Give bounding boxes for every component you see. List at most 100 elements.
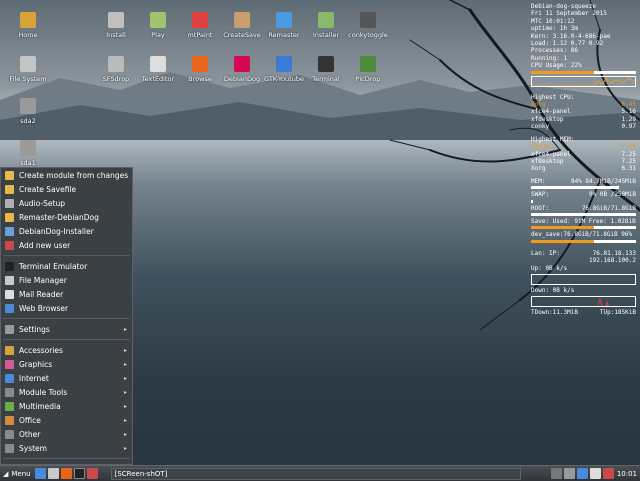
- submenu-arrow-icon: ▸: [123, 346, 127, 354]
- show-desktop-icon[interactable]: [34, 468, 46, 479]
- desktop-icon-label: PicDrop: [355, 75, 381, 83]
- conky-header-line: MTC 10:01:12: [531, 17, 575, 25]
- mem-line: MEM: 84% 84.7MiB/245MiB: [531, 177, 636, 185]
- bluetooth-icon[interactable]: [576, 468, 588, 479]
- menu-item-label: Web Browser: [19, 303, 69, 313]
- media-icon[interactable]: [86, 468, 98, 479]
- swap-bar: [531, 199, 534, 203]
- dev-save-line: dev_save:76.8GiB/71.8GiB 96%: [531, 231, 633, 239]
- menu-create-savefile[interactable]: Create Savefile: [1, 182, 132, 196]
- submenu-arrow-icon: ▸: [123, 325, 127, 333]
- network-icon[interactable]: [550, 468, 562, 479]
- debiandog-icon: [234, 56, 250, 72]
- home-shortcut[interactable]: Home: [2, 12, 54, 39]
- other-icon: [5, 429, 14, 439]
- desktop-icon-label: sda1: [20, 159, 36, 167]
- filesystem-shortcut[interactable]: File System: [2, 56, 54, 83]
- process-row: Xorg 6.31: [531, 165, 636, 173]
- desktop-icon-label: sda2: [20, 117, 36, 125]
- lan-line: Lan: IP: 76.81.18.133: [531, 249, 636, 257]
- conky-header-line: Load: 1.12 0.77 0.92: [531, 40, 604, 48]
- system-tray: 10:01: [550, 468, 640, 479]
- menu-accessories[interactable]: Accessories ▸: [1, 343, 132, 357]
- menu-item-label: Module Tools: [19, 387, 68, 397]
- menu-web-browser[interactable]: Web Browser: [1, 301, 132, 315]
- menu-remaster[interactable]: Remaster-DebianDog: [1, 210, 132, 224]
- mem-bar: [531, 186, 620, 190]
- sfsdrop-icon: [108, 56, 124, 72]
- conkytoggle-shortcut[interactable]: conkytoggle: [342, 12, 394, 39]
- menu-system[interactable]: System ▸: [1, 441, 132, 455]
- desktop-icon-label: File System: [9, 75, 47, 83]
- menu-item-label: Accessories: [19, 345, 63, 355]
- cpu-graph: [531, 75, 636, 87]
- menu-item-label: System: [19, 443, 47, 453]
- menu-office[interactable]: Office ▸: [1, 413, 132, 427]
- menu-item-label: Graphics: [19, 359, 53, 369]
- create-module-icon: [5, 170, 14, 180]
- process-row: conky 0.97: [531, 123, 636, 131]
- audio-setup-icon: [5, 198, 14, 208]
- terminal-icon: [318, 56, 334, 72]
- menu-multimedia[interactable]: Multimedia ▸: [1, 399, 132, 413]
- highest-mem-list: Thunar 7.70 xfce4-panel 7.25 xfdesktop 7.25 Xo…: [531, 143, 636, 173]
- menu-terminal[interactable]: Terminal Emulator: [1, 259, 132, 273]
- menu-internet[interactable]: Internet ▸: [1, 371, 132, 385]
- conky-header-line: Running: 1: [531, 54, 568, 62]
- conky-header-line: Fri 11 September 2015: [531, 10, 607, 18]
- web-browser-icon: [5, 303, 14, 313]
- menu-separator: [3, 458, 130, 459]
- home-icon: [20, 12, 36, 28]
- conky-header-line: Kern: 3.16.0-4-686-pae: [531, 32, 611, 40]
- menu-file-manager[interactable]: File Manager: [1, 273, 132, 287]
- menu-item-label: Terminal Emulator: [19, 261, 88, 271]
- application-menu: Create module from changes Create Savefil…: [0, 167, 133, 474]
- terminal-launcher-icon[interactable]: [73, 468, 85, 479]
- conky-header-line: Processes: 86: [531, 47, 578, 55]
- office-icon: [5, 415, 14, 425]
- menu-settings[interactable]: Settings ▸: [1, 322, 132, 336]
- task-screenshot[interactable]: [SCReen-shOT]: [110, 467, 521, 480]
- clock[interactable]: 10:01: [617, 470, 637, 478]
- menu-graphics[interactable]: Graphics ▸: [1, 357, 132, 371]
- menu-installer[interactable]: DebianDog-Installer: [1, 224, 132, 238]
- install-icon: [108, 12, 124, 28]
- terminal-icon: [5, 261, 14, 271]
- picdrop-shortcut[interactable]: PicDrop: [342, 56, 394, 83]
- conkytoggle-icon: [360, 12, 376, 28]
- save-bar: [531, 226, 636, 230]
- sda2-shortcut[interactable]: sda2: [2, 98, 54, 125]
- mail-reader-icon: [5, 289, 14, 299]
- update-icon[interactable]: [602, 468, 614, 479]
- mtpaint-icon: [192, 12, 208, 28]
- submenu-arrow-icon: ▸: [123, 444, 127, 452]
- filesystem-icon: [20, 56, 36, 72]
- volume-icon[interactable]: [589, 468, 601, 479]
- menu-mail-reader[interactable]: Mail Reader: [1, 287, 132, 301]
- firefox-icon[interactable]: [60, 468, 72, 479]
- menu-item-label: Audio-Setup: [19, 198, 65, 208]
- installer-icon: [318, 12, 334, 28]
- menu-item-label: Mail Reader: [19, 289, 64, 299]
- picdrop-icon: [360, 56, 376, 72]
- createsave-icon: [234, 12, 250, 28]
- sda1-shortcut[interactable]: sda1: [2, 140, 54, 167]
- battery-icon[interactable]: [563, 468, 575, 479]
- conky-header: Debian-dog-squeeze Fri 11 September 2015 M…: [531, 3, 636, 70]
- sda1-icon: [20, 140, 36, 156]
- menu-module-tools[interactable]: Module Tools ▸: [1, 385, 132, 399]
- menu-add-user[interactable]: Add new user: [1, 238, 132, 252]
- add-user-icon: [5, 240, 14, 250]
- process-row: Thunar 7.70: [531, 143, 636, 151]
- menu-item-label: Remaster-DebianDog: [19, 212, 99, 222]
- menu-item-label: Add new user: [19, 240, 71, 250]
- menu-create-module[interactable]: Create module from changes: [1, 168, 132, 182]
- multimedia-icon: [5, 401, 14, 411]
- menu-audio-setup[interactable]: Audio-Setup: [1, 196, 132, 210]
- file-manager-icon[interactable]: [47, 468, 59, 479]
- menu-item-label: Office: [19, 415, 41, 425]
- system-icon: [5, 443, 14, 453]
- menu-button[interactable]: ◢ Menu: [0, 470, 34, 478]
- submenu-arrow-icon: ▸: [123, 374, 127, 382]
- menu-other[interactable]: Other ▸: [1, 427, 132, 441]
